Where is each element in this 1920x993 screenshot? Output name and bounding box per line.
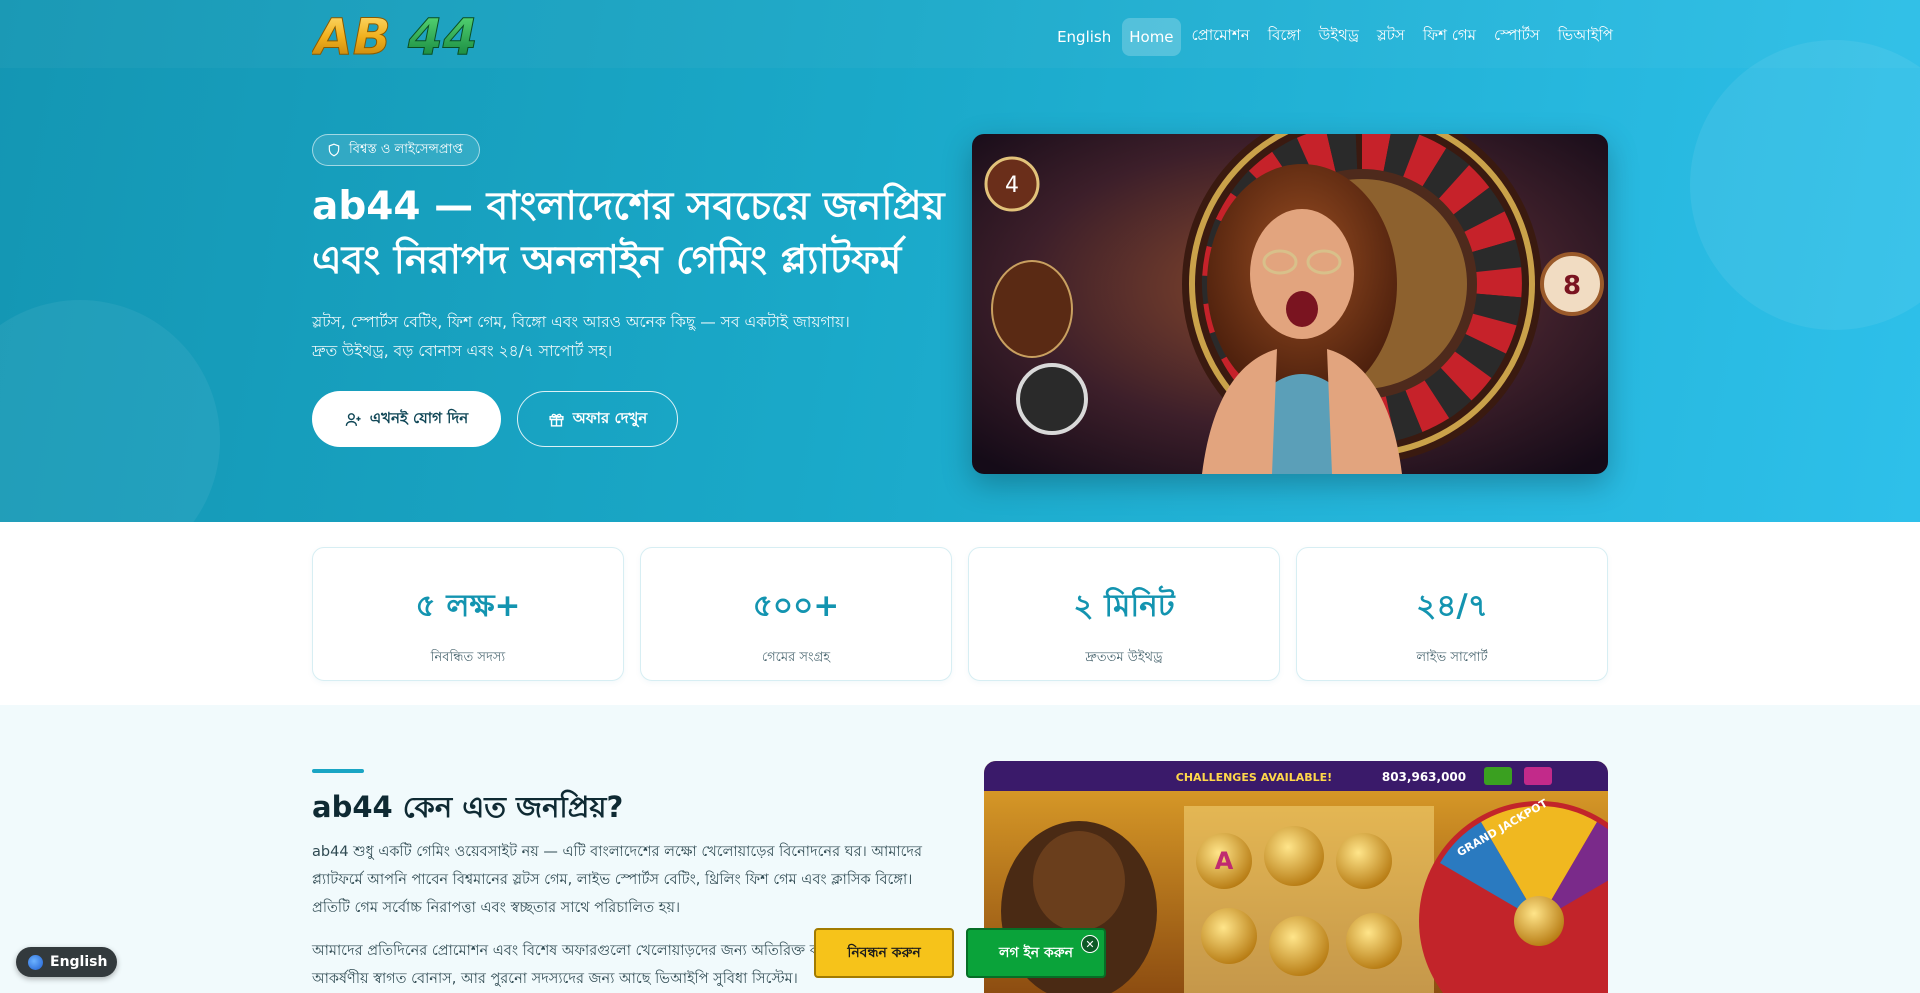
close-icon[interactable]: ✕ xyxy=(1081,935,1099,953)
stat-value: ২ মিনিট xyxy=(1073,588,1175,624)
language-switcher[interactable]: English xyxy=(16,947,117,977)
stat-value: ৫০০+ xyxy=(752,588,840,624)
stats-section: ৫ লক্ষ+ নিবন্ধিত সদস্য ৫০০+ গেমের সংগ্রহ… xyxy=(0,522,1920,705)
stat-value: ৫ লক্ষ+ xyxy=(415,588,521,624)
hero-section: AB 44 English Home প্রোমোশন বিঙ্গো উইথড্… xyxy=(0,0,1920,522)
svg-text:44: 44 xyxy=(407,10,478,60)
globe-icon xyxy=(28,954,43,970)
stat-value: ২৪/৭ xyxy=(1416,588,1488,624)
stat-card-support: ২৪/৭ লাইভ সাপোর্ট xyxy=(1296,547,1608,681)
decorative-circle xyxy=(1690,40,1920,330)
join-now-button[interactable]: এখনই যোগ দিন xyxy=(312,391,501,447)
section-accent-bar xyxy=(312,769,364,773)
why-popular-section: ab44 কেন এত জনপ্রিয়? ab44 শুধু একটি গেম… xyxy=(0,705,1920,993)
stat-card-withdraw: ২ মিনিট দ্রুততম উইথড্র xyxy=(968,547,1280,681)
gift-icon xyxy=(549,413,564,427)
svg-text:A: A xyxy=(1215,847,1234,875)
hero-title: ab44 — বাংলাদেশের সবচেয়ে জনপ্রিয় এবং ন… xyxy=(312,184,945,283)
hero-casino-image: 4 8 xyxy=(972,134,1608,474)
nav-item-bingo[interactable]: বিঙ্গো xyxy=(1261,14,1308,59)
game-banner-text: CHALLENGES AVAILABLE! xyxy=(1176,771,1332,784)
stat-label: দ্রুততম উইথড্র xyxy=(1085,650,1163,665)
svg-text:8: 8 xyxy=(1563,271,1581,301)
nav-item-withdraw[interactable]: উইথড্র xyxy=(1312,14,1366,59)
nav-item-sports[interactable]: স্পোর্টস xyxy=(1487,14,1547,59)
svg-text:AB: AB xyxy=(312,10,391,60)
why-popular-paragraph-1: ab44 শুধু একটি গেমিং ওয়েবসাইট নয় — এটি… xyxy=(312,844,922,916)
nav-item-english[interactable]: English xyxy=(1050,18,1118,56)
why-popular-title: ab44 কেন এত জনপ্রিয়? xyxy=(312,790,624,824)
user-plus-icon xyxy=(345,412,361,426)
nav-item-promotion[interactable]: প্রোমোশন xyxy=(1185,14,1257,59)
nav-item-home[interactable]: Home xyxy=(1122,17,1181,56)
svg-text:4: 4 xyxy=(1005,173,1019,198)
game-balance-text: 803,963,000 xyxy=(1382,770,1466,784)
brand-logo[interactable]: AB 44 xyxy=(310,8,522,67)
shield-icon xyxy=(328,143,340,157)
trust-badge-label: বিশ্বস্ত ও লাইসেন্সপ্রাপ্ত xyxy=(349,141,463,157)
language-label: English xyxy=(50,954,108,970)
register-button[interactable]: নিবন্ধন করুন xyxy=(814,928,954,978)
view-offers-label: অফার দেখুন xyxy=(572,408,648,427)
header-strip xyxy=(0,0,1920,68)
view-offers-button[interactable]: অফার দেখুন xyxy=(517,391,678,447)
trust-badge: বিশ্বস্ত ও লাইসেন্সপ্রাপ্ত xyxy=(312,134,480,166)
hero-subtitle-line-1: স্লটস, স্পোর্টস বেটিং, ফিশ গেম, বিঙ্গো এ… xyxy=(312,313,850,331)
join-now-label: এখনই যোগ দিন xyxy=(369,408,469,427)
stat-card-members: ৫ লক্ষ+ নিবন্ধিত সদস্য xyxy=(312,547,624,681)
hero-subtitle-line-2: দ্রুত উইথড্র, বড় বোনাস এবং ২৪/৭ সাপোর্ট… xyxy=(312,342,613,360)
hero-subtitle: স্লটস, স্পোর্টস বেটিং, ফিশ গেম, বিঙ্গো এ… xyxy=(312,308,912,366)
stat-card-games: ৫০০+ গেমের সংগ্রহ xyxy=(640,547,952,681)
stat-label: নিবন্ধিত সদস্য xyxy=(430,650,506,665)
stat-label: গেমের সংগ্রহ xyxy=(761,650,831,665)
stat-label: লাইভ সাপোর্ট xyxy=(1416,650,1488,665)
nav-item-vip[interactable]: ভিআইপি xyxy=(1551,14,1620,59)
main-nav: English Home প্রোমোশন বিঙ্গো উইথড্র স্লট… xyxy=(1050,14,1620,59)
nav-item-slots[interactable]: স্লটস xyxy=(1370,14,1412,59)
decorative-circle xyxy=(0,300,220,522)
nav-item-fish-game[interactable]: ফিশ গেম xyxy=(1416,14,1483,59)
